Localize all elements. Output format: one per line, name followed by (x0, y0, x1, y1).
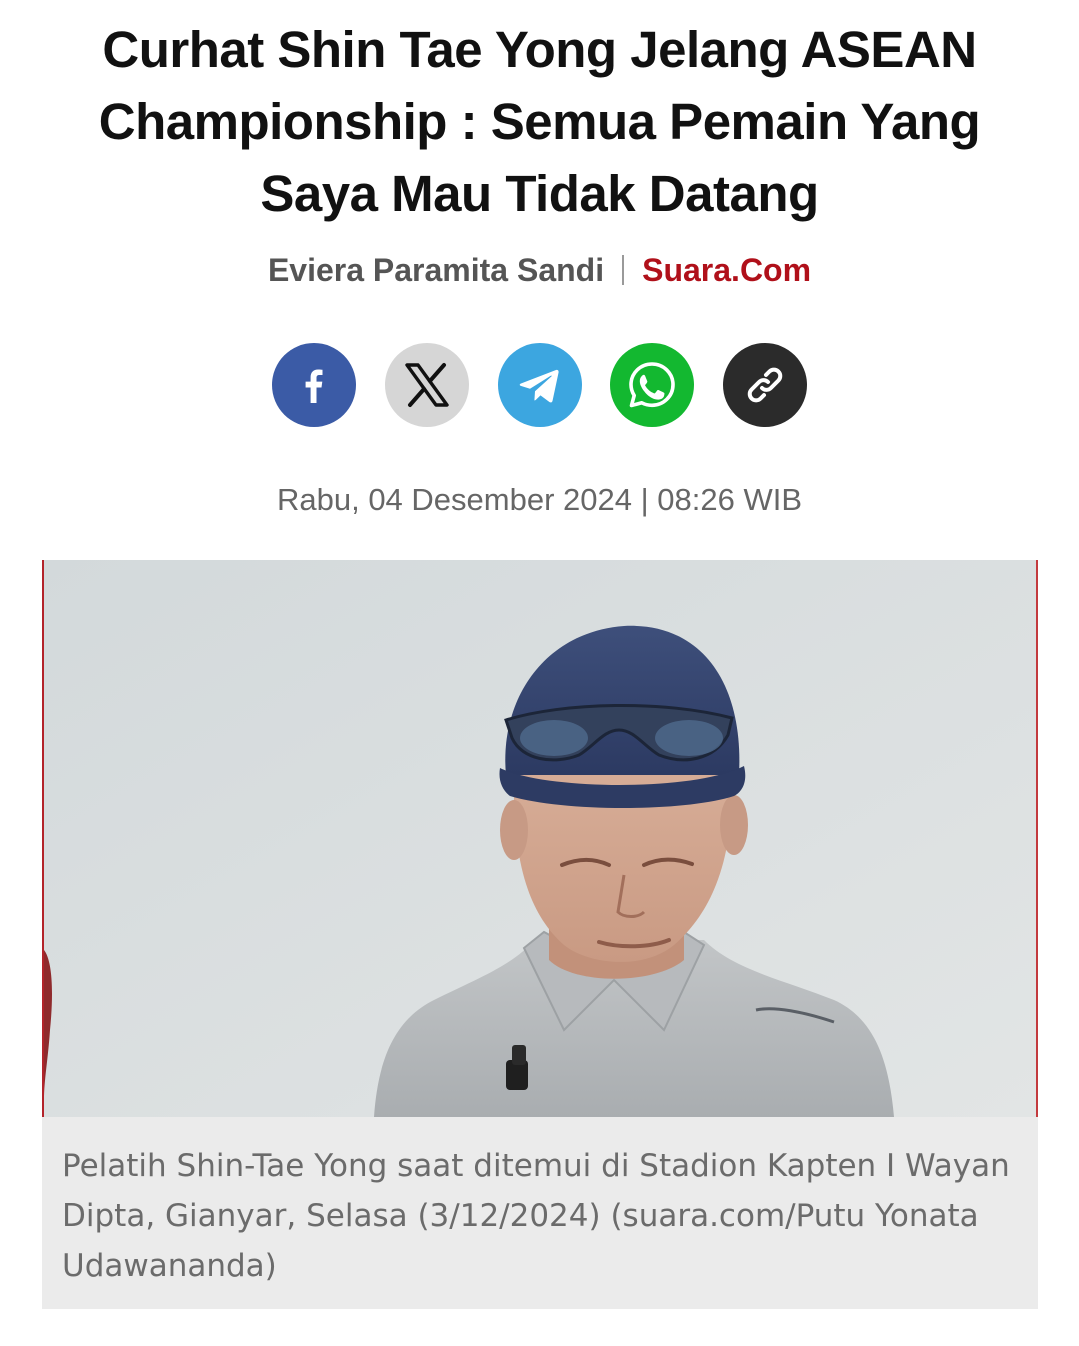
telegram-icon (519, 369, 559, 403)
copy-link-button[interactable] (723, 343, 807, 427)
facebook-share-button[interactable] (272, 343, 356, 427)
telegram-share-button[interactable] (498, 343, 582, 427)
byline: Eviera Paramita Sandi Suara.Com (0, 248, 1079, 292)
coach-portrait-image (44, 560, 1036, 1117)
byline-divider (622, 255, 625, 285)
share-buttons (272, 343, 812, 429)
x-icon (405, 363, 449, 407)
whatsapp-share-button[interactable] (610, 343, 694, 427)
link-icon (747, 367, 783, 403)
photo-caption: Pelatih Shin-Tae Yong saat ditemui di St… (42, 1117, 1038, 1309)
author-name[interactable]: Eviera Paramita Sandi (268, 252, 604, 288)
publish-date: Rabu, 04 Desember 2024 | 08:26 WIB (276, 482, 803, 517)
x-share-button[interactable] (385, 343, 469, 427)
whatsapp-icon (629, 362, 675, 408)
article-title: Curhat Shin Tae Yong Jelang ASEAN Champi… (98, 21, 981, 222)
article-photo[interactable] (42, 560, 1038, 1117)
facebook-icon (305, 369, 323, 403)
source-link[interactable]: Suara.Com (642, 252, 811, 288)
